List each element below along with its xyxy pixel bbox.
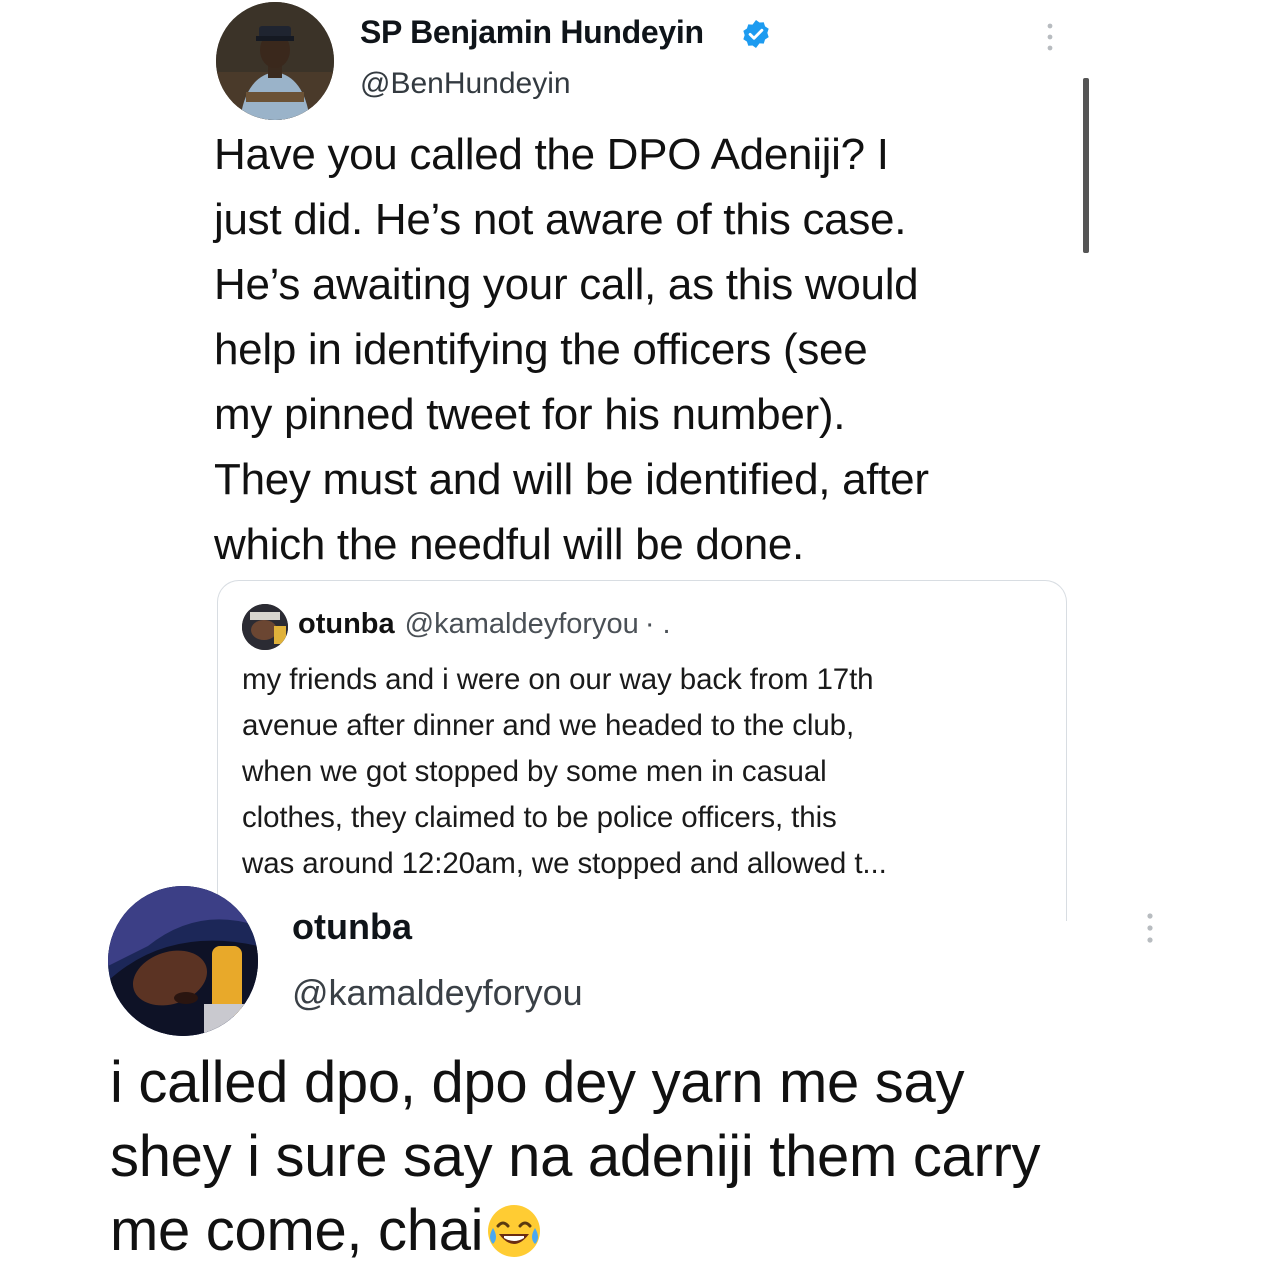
tweet-text: Have you called the DPO Adeniji? I just … <box>214 130 929 569</box>
more-vertical-icon[interactable] <box>1130 910 1170 946</box>
author-handle[interactable]: @BenHundeyin <box>360 67 571 101</box>
quoted-tweet-text: my friends and i were on our way back fr… <box>242 663 887 880</box>
quoted-author-avatar <box>242 604 288 650</box>
more-vertical-icon[interactable] <box>1030 20 1070 54</box>
verified-badge-icon <box>740 18 772 50</box>
quoted-tweet-header: otunba @kamaldeyforyou · . <box>298 608 671 641</box>
reply-author-name[interactable]: otunba <box>292 906 412 948</box>
author-display-name[interactable]: SP Benjamin Hundeyin <box>360 14 704 51</box>
reply-author-avatar[interactable] <box>108 886 258 1036</box>
quoted-separator: · . <box>644 608 671 640</box>
author-avatar[interactable] <box>216 2 334 120</box>
quoted-author-name[interactable]: otunba <box>298 608 395 640</box>
quoted-author-handle[interactable]: @kamaldeyforyou <box>405 608 639 640</box>
face-with-tears-of-joy-icon <box>485 1202 543 1260</box>
reply-text-body: i called dpo, dpo dey yarn me say shey i… <box>110 1050 1041 1263</box>
reply-author-handle[interactable]: @kamaldeyforyou <box>292 972 583 1014</box>
reply-tweet-text: i called dpo, dpo dey yarn me say shey i… <box>110 1046 1250 1268</box>
